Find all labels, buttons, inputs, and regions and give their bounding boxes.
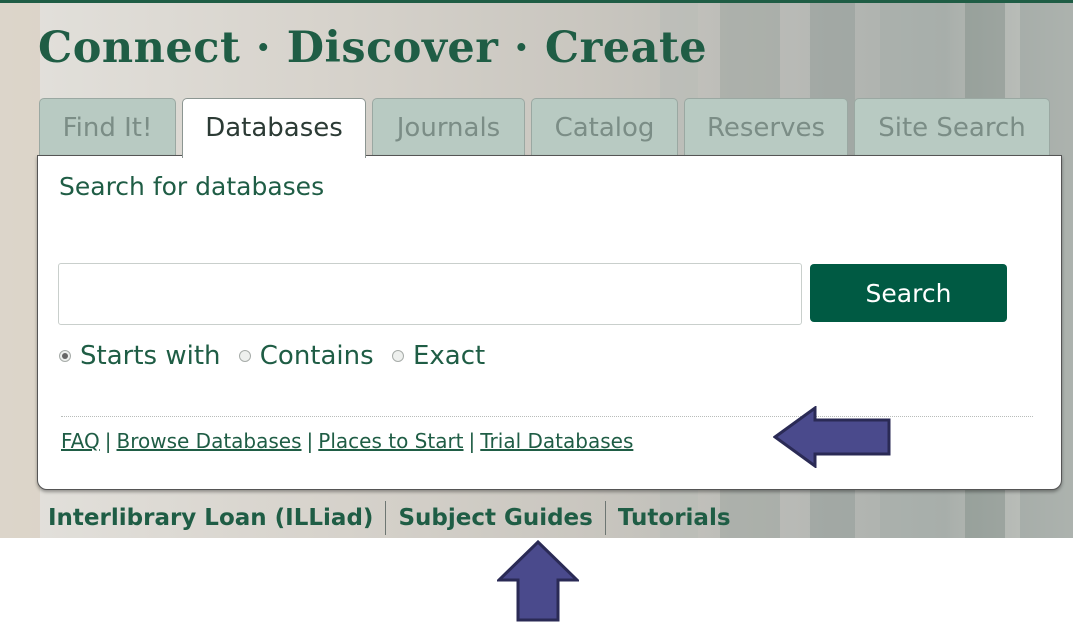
radio-label: Exact [412, 341, 486, 371]
background-book [0, 3, 40, 538]
match-options: Starts with Contains Exact [59, 339, 495, 371]
link-separator: | [104, 429, 112, 453]
radio-checked-icon[interactable] [59, 350, 71, 362]
tab-catalog[interactable]: Catalog [531, 98, 678, 156]
tab-databases[interactable]: Databases [182, 98, 366, 158]
link-separator: | [468, 429, 476, 453]
database-search-input[interactable] [58, 263, 802, 325]
tutorials-link[interactable]: Tutorials [618, 505, 731, 531]
tab-find-it[interactable]: Find It! [39, 98, 176, 156]
page-title: Connect · Discover · Create [38, 23, 708, 73]
radio-starts-with[interactable]: Starts with [59, 341, 221, 371]
interlibrary-loan-link[interactable]: Interlibrary Loan (ILLiad) [48, 505, 373, 531]
radio-label: Starts with [80, 341, 221, 371]
radio-unchecked-icon[interactable] [391, 350, 404, 362]
panel-heading: Search for databases [59, 172, 325, 201]
hero-banner: Connect · Discover · Create Find It! Dat… [0, 0, 1073, 538]
tab-journals[interactable]: Journals [372, 98, 525, 156]
radio-label: Contains [259, 341, 374, 371]
browse-databases-link[interactable]: Browse Databases [117, 429, 302, 453]
tab-reserves[interactable]: Reserves [684, 98, 848, 156]
places-to-start-link[interactable]: Places to Start [318, 429, 463, 453]
tab-site-search[interactable]: Site Search [854, 98, 1050, 156]
arrow-left-icon [773, 406, 891, 468]
radio-contains[interactable]: Contains [238, 341, 374, 371]
database-search-panel: Search for databases Search Starts with … [37, 155, 1062, 490]
faq-link[interactable]: FAQ [61, 429, 100, 453]
vertical-divider [604, 501, 606, 535]
subject-guides-link[interactable]: Subject Guides [398, 505, 592, 531]
radio-exact[interactable]: Exact [391, 341, 486, 371]
link-separator: | [306, 429, 314, 453]
vertical-divider [385, 501, 387, 535]
arrow-up-icon [497, 540, 579, 622]
radio-unchecked-icon[interactable] [238, 350, 251, 362]
search-button[interactable]: Search [810, 264, 1007, 322]
database-links: FAQ | Browse Databases | Places to Start | Tri… [61, 429, 633, 453]
trial-databases-link[interactable]: Trial Databases [480, 429, 633, 453]
quick-links: Interlibrary Loan (ILLiad) Subject Guide… [48, 501, 731, 535]
